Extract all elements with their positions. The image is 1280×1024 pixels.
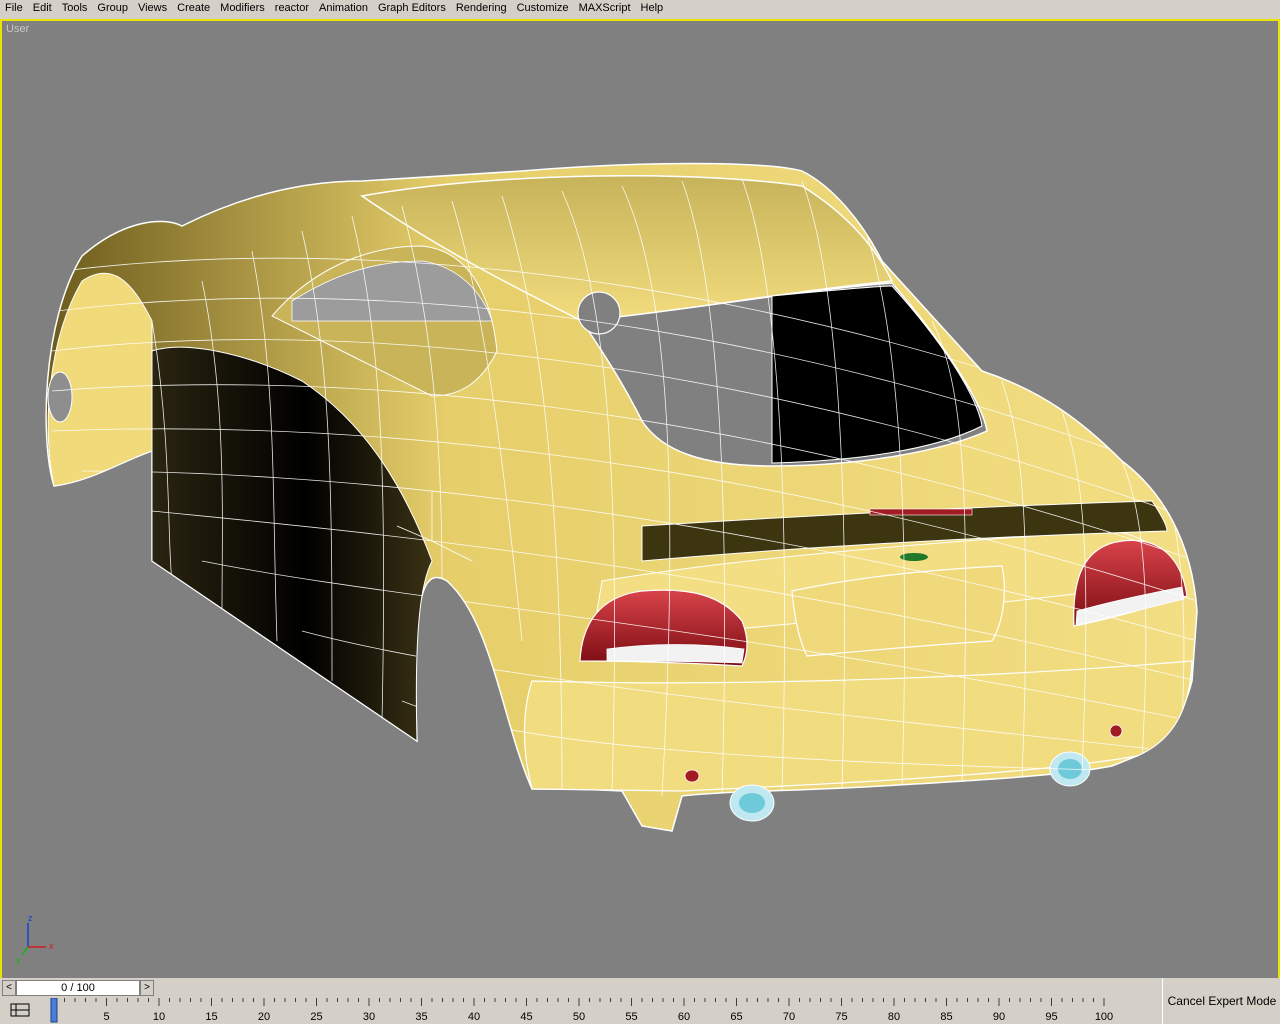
ruler-label: 80 <box>888 1011 900 1023</box>
menu-item-animation[interactable]: Animation <box>315 1 372 16</box>
time-next-button[interactable]: > <box>140 980 154 996</box>
ruler-label: 65 <box>730 1011 742 1023</box>
time-slider-bar: < 0 / 100 > 0510152025303540455055606570… <box>0 978 1280 1024</box>
ruler-label: 20 <box>258 1011 270 1023</box>
ruler-label: 5 <box>103 1011 109 1023</box>
menu-item-edit[interactable]: Edit <box>29 1 56 16</box>
track-bar[interactable]: 0510152025303540455055606570758085909510… <box>0 998 1160 1024</box>
menu-item-views[interactable]: Views <box>134 1 171 16</box>
car-body[interactable] <box>45 162 1198 832</box>
menu-item-tools[interactable]: Tools <box>58 1 92 16</box>
current-frame-marker[interactable] <box>50 998 58 1023</box>
menu-item-modifiers[interactable]: Modifiers <box>216 1 269 16</box>
ruler-label: 95 <box>1045 1011 1057 1023</box>
ruler-label: 35 <box>415 1011 427 1023</box>
ruler-label: 15 <box>205 1011 217 1023</box>
cancel-expert-mode-button[interactable]: Cancel Expert Mode <box>1162 978 1280 1024</box>
menu-item-graph-editors[interactable]: Graph Editors <box>374 1 450 16</box>
menu-item-customize[interactable]: Customize <box>513 1 573 16</box>
menu-item-file[interactable]: File <box>0 1 27 16</box>
ruler-label: 30 <box>363 1011 375 1023</box>
ruler-label: 100 <box>1095 1011 1113 1023</box>
viewport-user[interactable]: User z x y <box>0 19 1280 980</box>
chevron-right-icon: > <box>144 982 150 993</box>
axis-x-label: x <box>49 941 54 951</box>
axis-y-label: y <box>16 955 21 965</box>
axis-z-label: z <box>28 915 33 923</box>
menu-item-rendering[interactable]: Rendering <box>452 1 511 16</box>
ruler-label: 25 <box>310 1011 322 1023</box>
ruler-label: 45 <box>520 1011 532 1023</box>
menu-item-help[interactable]: Help <box>637 1 668 16</box>
menu-item-maxscript[interactable]: MAXScript <box>575 1 635 16</box>
ruler-label: 85 <box>940 1011 952 1023</box>
menu-item-group[interactable]: Group <box>93 1 132 16</box>
ruler-label: 55 <box>625 1011 637 1023</box>
menu-item-reactor[interactable]: reactor <box>271 1 313 16</box>
ruler-label: 60 <box>678 1011 690 1023</box>
car-wireframe-model[interactable] <box>2 21 1278 978</box>
track-bar-icon[interactable] <box>8 1000 32 1020</box>
time-slider[interactable]: 0 / 100 <box>16 980 140 996</box>
ruler-label: 70 <box>783 1011 795 1023</box>
ruler-label: 75 <box>835 1011 847 1023</box>
axis-tripod-icon: z x y <box>16 915 54 965</box>
menu-item-create[interactable]: Create <box>173 1 214 16</box>
menu-bar: File Edit Tools Group Views Create Modifiers re… <box>0 0 1280 17</box>
time-prev-button[interactable]: < <box>2 980 16 996</box>
chevron-left-icon: < <box>6 982 12 993</box>
ruler-label: 90 <box>993 1011 1005 1023</box>
frame-ruler[interactable]: 0510152025303540455055606570758085909510… <box>40 998 1160 1024</box>
ruler-label: 40 <box>468 1011 480 1023</box>
ruler-label: 50 <box>573 1011 585 1023</box>
ruler-label: 10 <box>153 1011 165 1023</box>
